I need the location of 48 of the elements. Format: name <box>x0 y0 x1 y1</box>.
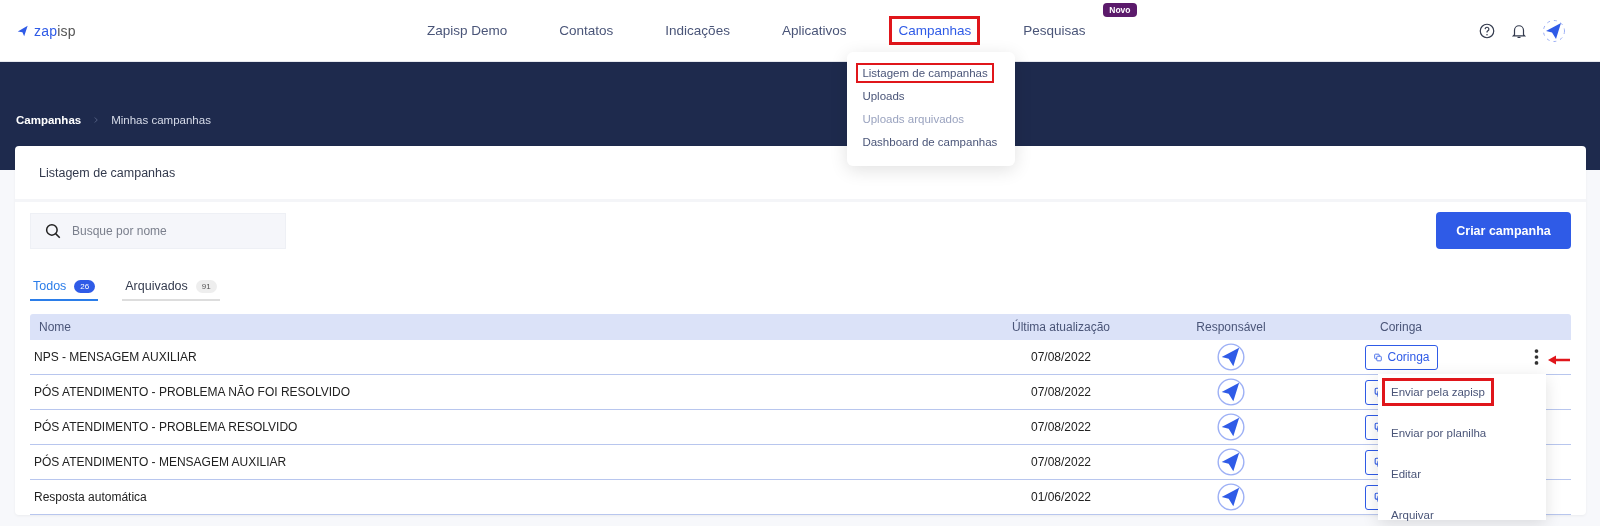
logo-text: zapisp <box>34 22 76 39</box>
menu-item[interactable]: Arquivar <box>1382 501 1443 526</box>
search-icon <box>44 221 62 240</box>
avatar-icon <box>1217 448 1245 476</box>
nav-link[interactable]: Aplicativos <box>772 16 856 45</box>
avatar-icon[interactable] <box>1542 18 1566 43</box>
avatar-icon <box>1217 343 1245 371</box>
avatar-icon <box>1217 483 1245 511</box>
breadcrumb-link[interactable]: Minhas campanhas <box>111 114 211 126</box>
table-cell-text: PÓS ATENDIMENTO - PROBLEMA RESOLVIDO <box>33 420 299 434</box>
table-cell-text: PÓS ATENDIMENTO - MENSAGEM AUXILIAR <box>33 455 288 469</box>
menu-item[interactable]: Listagem de campanhas <box>856 63 994 83</box>
more-icon[interactable] <box>1533 349 1539 365</box>
tab[interactable]: Arquivados 91 <box>122 275 220 301</box>
table-cell-text: 07/08/2022 <box>1029 385 1093 399</box>
nav-link[interactable]: Contatos <box>550 16 623 45</box>
column-header: Última atualização <box>1010 320 1111 334</box>
column-header: Nome <box>38 320 72 334</box>
menu-item[interactable]: Enviar pela zapisp <box>1382 378 1494 406</box>
menu-item[interactable]: Editar <box>1382 460 1431 488</box>
nav-link[interactable]: Pesquisas <box>1014 16 1095 45</box>
table-cell-text: 07/08/2022 <box>1029 420 1093 434</box>
nav-link[interactable]: Campanhas <box>889 16 981 45</box>
table-cell-text: PÓS ATENDIMENTO - PROBLEMA NÃO FOI RESOLVIDO <box>33 385 352 399</box>
table-cell-text: NPS - MENSAGEM AUXILIAR <box>33 350 198 364</box>
new-badge: Novo <box>1103 3 1137 17</box>
count-badge: 26 <box>74 279 96 293</box>
menu-item[interactable]: Uploads <box>856 86 911 106</box>
avatar-icon <box>1217 413 1245 441</box>
menu-item[interactable]: Enviar por planilha <box>1382 419 1496 447</box>
table-cell-text: 01/06/2022 <box>1029 490 1093 504</box>
count-badge: 91 <box>195 279 217 293</box>
table-cell-text: Resposta automática <box>33 490 148 504</box>
help-icon[interactable] <box>1478 21 1496 40</box>
logo[interactable]: zapisp <box>16 22 406 39</box>
tab[interactable]: Todos 26 <box>30 275 99 301</box>
column-header: Responsável <box>1195 320 1267 334</box>
search-field[interactable]: Busque por nome <box>30 212 286 249</box>
table-cell-text: 07/08/2022 <box>1029 455 1093 469</box>
create-button[interactable]: Criar campanha <box>1436 212 1571 249</box>
column-header: Coringa <box>1379 320 1423 334</box>
nav-link[interactable]: Zapisp Demo <box>418 16 517 45</box>
breadcrumb-link[interactable]: Campanhas <box>16 114 82 126</box>
nav-link[interactable]: Indicações <box>656 16 739 45</box>
avatar-icon <box>1217 378 1245 406</box>
coringa-button[interactable]: Coringa <box>1364 344 1438 370</box>
plane-icon <box>16 23 30 38</box>
table-cell-text: 07/08/2022 <box>1029 350 1093 364</box>
